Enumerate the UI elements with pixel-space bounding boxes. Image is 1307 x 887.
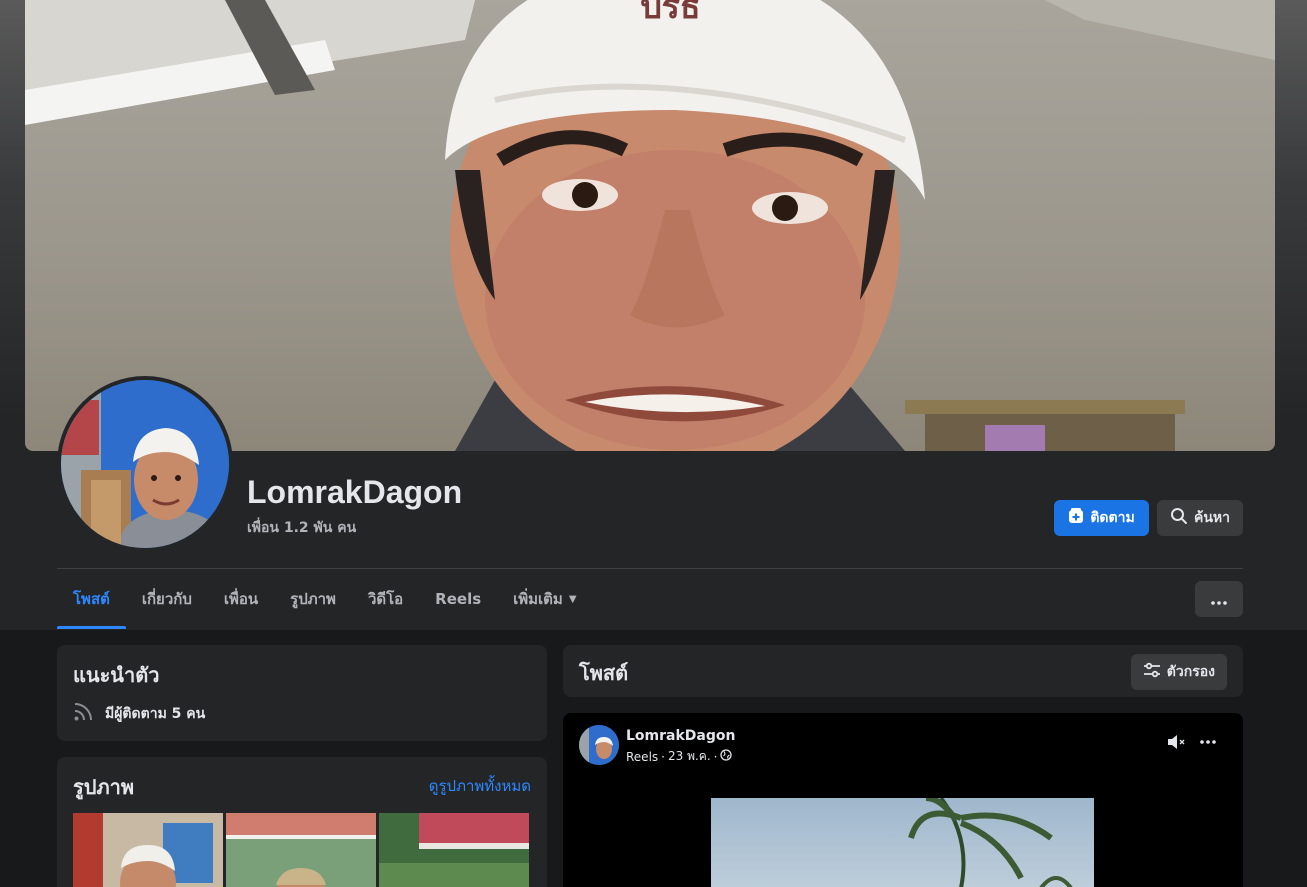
follow-button[interactable]: ติดตาม <box>1054 500 1149 536</box>
rss-icon <box>73 702 93 726</box>
see-all-photos-link[interactable]: ดูรูปภาพทั้งหมด <box>429 774 531 798</box>
meta-separator: · <box>661 749 665 764</box>
tab-more-label: เพิ่มเติม <box>513 590 563 608</box>
posts-title: โพสต์ <box>579 661 629 685</box>
cover-photo-art: ปรธ <box>25 0 1275 451</box>
photos-title: รูปภาพ <box>73 775 135 799</box>
friends-count[interactable]: เพื่อน 1.2 พัน คน <box>247 517 356 539</box>
globe-icon <box>720 749 733 764</box>
post-more-icon[interactable] <box>1199 732 1217 756</box>
search-button[interactable]: ค้นหา <box>1157 500 1243 536</box>
post-author-name[interactable]: LomrakDagon <box>626 728 735 744</box>
post-meta: Reels · 23 พ.ค. · <box>626 747 733 766</box>
filter-icon <box>1143 662 1161 682</box>
tab-friends[interactable]: เพื่อน <box>208 569 274 629</box>
intro-card: แนะนำตัว มีผู้ติดตาม 5 คน <box>57 645 547 741</box>
tab-posts-label: โพสต์ <box>73 590 110 608</box>
posts-header-card: โพสต์ ตัวกรอง <box>563 645 1243 697</box>
follow-icon <box>1068 508 1084 528</box>
mute-icon[interactable] <box>1166 733 1188 755</box>
svg-text:ปรธ: ปรธ <box>640 0 701 27</box>
tab-videos[interactable]: วิดีโอ <box>352 569 419 629</box>
meta-separator: · <box>713 749 718 764</box>
photo-thumbnail[interactable] <box>379 813 529 887</box>
followers-text[interactable]: มีผู้ติดตาม 5 คน <box>105 703 205 725</box>
follow-label: ติดตาม <box>1090 510 1135 526</box>
filter-button[interactable]: ตัวกรอง <box>1130 654 1227 690</box>
tab-friends-label: เพื่อน <box>223 590 259 608</box>
photo-thumbnail[interactable] <box>226 813 376 887</box>
tab-videos-label: วิดีโอ <box>367 590 404 608</box>
profile-avatar[interactable] <box>57 376 233 552</box>
profile-name: LomrakDagon <box>247 474 463 510</box>
cover-photo[interactable]: ปรธ <box>25 0 1275 451</box>
post-type[interactable]: Reels <box>626 750 658 764</box>
tab-posts[interactable]: โพสต์ <box>57 569 126 629</box>
reel-video[interactable] <box>711 798 1094 887</box>
tab-more[interactable]: เพิ่มเติม ▼ <box>497 569 592 629</box>
tab-reels-label: Reels <box>435 590 482 608</box>
photos-card: รูปภาพ ดูรูปภาพทั้งหมด <box>57 757 547 887</box>
tab-photos-label: รูปภาพ <box>290 590 336 608</box>
profile-more-button[interactable] <box>1195 581 1243 617</box>
post-date[interactable]: 23 พ.ค. <box>668 747 711 766</box>
post-author-avatar[interactable] <box>579 725 619 765</box>
search-icon <box>1170 507 1188 529</box>
tab-about[interactable]: เกี่ยวกับ <box>126 569 208 629</box>
profile-tabs: โพสต์ เกี่ยวกับ เพื่อน รูปภาพ วิดีโอ Ree… <box>57 569 593 629</box>
followers-row: มีผู้ติดตาม 5 คน <box>73 702 205 726</box>
tab-photos[interactable]: รูปภาพ <box>274 569 352 629</box>
tab-about-label: เกี่ยวกับ <box>141 590 192 608</box>
caret-down-icon: ▼ <box>568 593 577 605</box>
avatar <box>61 380 229 548</box>
intro-title: แนะนำตัว <box>73 663 160 687</box>
filter-label: ตัวกรอง <box>1166 664 1215 680</box>
tab-reels[interactable]: Reels <box>419 569 497 629</box>
more-icon <box>1211 590 1227 609</box>
reel-post: LomrakDagon Reels · 23 พ.ค. · <box>563 713 1243 887</box>
search-label: ค้นหา <box>1193 510 1231 526</box>
photo-thumbnail[interactable] <box>73 813 223 887</box>
